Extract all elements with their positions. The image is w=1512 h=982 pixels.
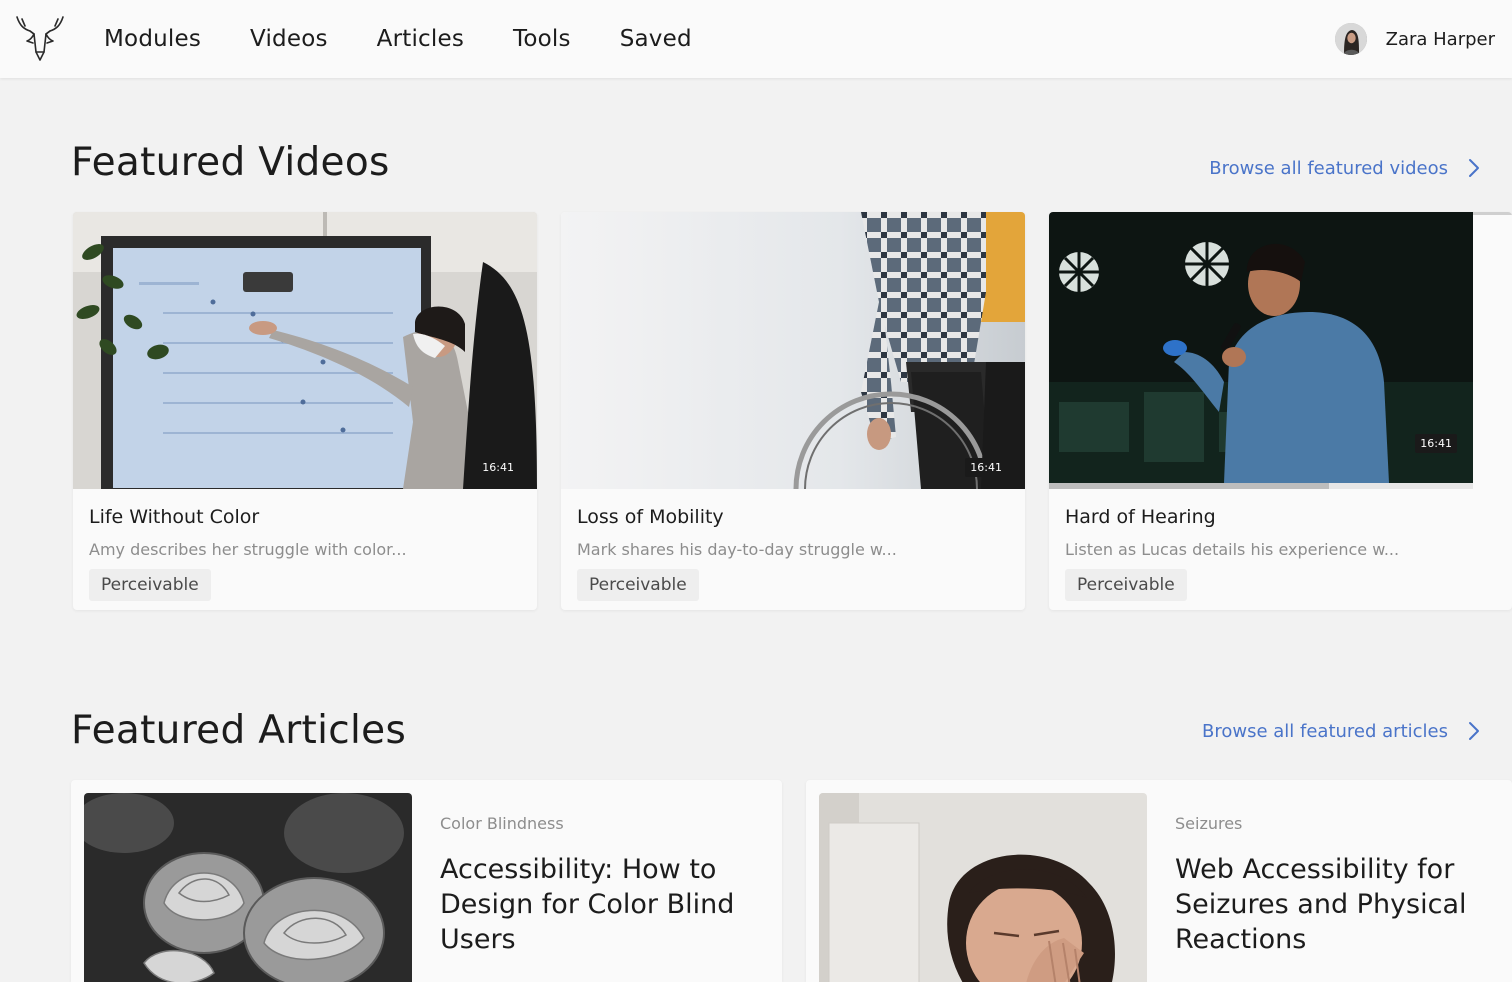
user-name: Zara Harper [1385, 28, 1495, 50]
nav-item-saved[interactable]: Saved [620, 26, 692, 52]
card-top-shadow [1473, 212, 1512, 215]
video-description: Amy describes her struggle with color... [89, 540, 407, 559]
video-tag[interactable]: Perceivable [89, 569, 211, 601]
article-title[interactable]: Accessibility: How to Design for Color B… [440, 852, 770, 957]
browse-featured-articles-label: Browse all featured articles [1202, 720, 1448, 742]
user-avatar[interactable] [1334, 23, 1367, 55]
article-category: Color Blindness [440, 814, 564, 833]
video-tag[interactable]: Perceivable [577, 569, 699, 601]
main-nav: Modules Videos Articles Tools Saved [104, 0, 692, 78]
nav-item-articles[interactable]: Articles [377, 26, 464, 52]
video-duration: 16:41 [1415, 434, 1457, 453]
article-title[interactable]: Web Accessibility for Seizures and Physi… [1175, 852, 1505, 957]
article-category: Seizures [1175, 814, 1243, 833]
video-thumbnail[interactable]: 16:41 [561, 212, 1025, 489]
video-description: Mark shares his day-to-day struggle w... [577, 540, 897, 559]
article-image[interactable] [819, 793, 1147, 982]
user-menu[interactable]: Zara Harper [1334, 22, 1495, 56]
article-card-seizures[interactable]: Seizures Web Accessibility for Seizures … [806, 780, 1512, 982]
video-thumbnail[interactable]: 16:41 [1049, 212, 1473, 483]
video-description: Listen as Lucas details his experience w… [1065, 540, 1400, 559]
video-card-life-without-color[interactable]: 16:41 Life Without Color Amy describes h… [73, 212, 537, 610]
chevron-right-icon [1469, 722, 1479, 740]
video-duration: 16:41 [965, 458, 1007, 477]
video-progress-fill [1049, 483, 1329, 489]
article-image[interactable] [84, 793, 412, 982]
top-navigation-bar: Modules Videos Articles Tools Saved Zara… [0, 0, 1512, 78]
video-title[interactable]: Loss of Mobility [577, 506, 724, 528]
article-card-color-blindness[interactable]: Color Blindness Accessibility: How to De… [71, 780, 782, 982]
browse-featured-articles-link[interactable]: Browse all featured articles [1202, 720, 1482, 742]
video-title[interactable]: Life Without Color [89, 506, 259, 528]
nav-item-tools[interactable]: Tools [513, 26, 571, 52]
video-card-hard-of-hearing[interactable]: 16:41 Hard of Hearing Listen as Lucas de… [1049, 212, 1512, 610]
video-duration: 16:41 [477, 458, 519, 477]
nav-item-modules[interactable]: Modules [104, 26, 201, 52]
browse-featured-videos-link[interactable]: Browse all featured videos [1209, 157, 1482, 179]
video-tag[interactable]: Perceivable [1065, 569, 1187, 601]
nav-item-videos[interactable]: Videos [250, 26, 328, 52]
video-thumbnail[interactable]: 16:41 [73, 212, 537, 489]
featured-articles-heading: Featured Articles [71, 708, 407, 753]
video-card-loss-of-mobility[interactable]: 16:41 Loss of Mobility Mark shares his d… [561, 212, 1025, 610]
browse-featured-videos-label: Browse all featured videos [1209, 157, 1448, 179]
video-progress-track [1049, 483, 1473, 489]
featured-videos-heading: Featured Videos [71, 140, 390, 185]
chevron-right-icon [1469, 159, 1479, 177]
video-title[interactable]: Hard of Hearing [1065, 506, 1216, 528]
deer-head-logo-icon[interactable] [14, 14, 66, 64]
